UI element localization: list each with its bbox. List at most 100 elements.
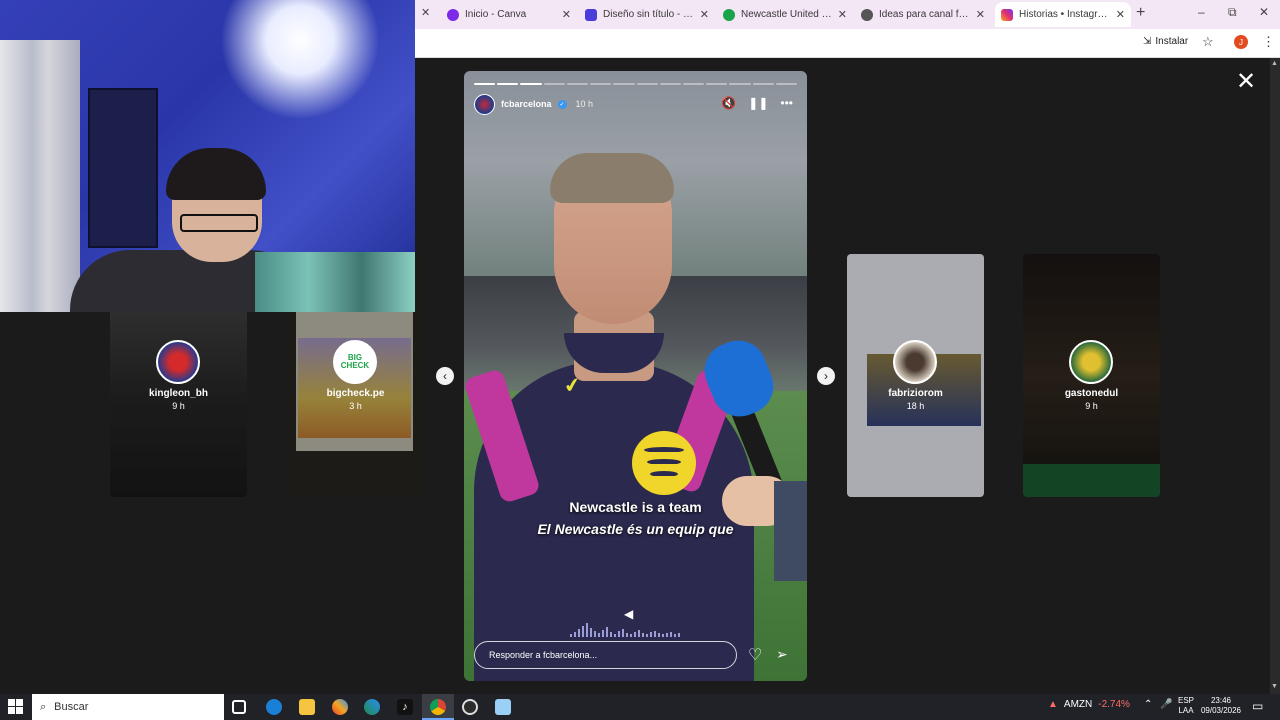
subtitle-catalan: El Newcastle és un equip que xyxy=(537,521,734,537)
waveform-bar xyxy=(606,627,608,637)
coach-hair xyxy=(550,153,674,203)
progress-segment xyxy=(566,83,589,85)
scroll-up-arrow-icon[interactable]: ▲ xyxy=(1271,60,1278,67)
tray-chevron-up-icon[interactable]: ⌃ xyxy=(1144,699,1152,710)
story-card-fabriziorom[interactable]: fabriziorom 18 h xyxy=(847,254,984,497)
task-view-icon[interactable] xyxy=(232,700,246,714)
story-header: fcbarcelona ✓ 10 h xyxy=(474,93,593,115)
avatar xyxy=(1069,340,1113,384)
audio-waveform xyxy=(570,619,700,637)
story-card-gastonedul[interactable]: gastonedul 9 h xyxy=(1023,254,1160,497)
shelf xyxy=(88,88,158,248)
waveform-bar xyxy=(586,623,588,637)
more-options-icon[interactable]: ••• xyxy=(780,96,793,110)
progress-segment xyxy=(474,83,496,85)
page-scrollbar[interactable] xyxy=(1270,58,1280,694)
scroll-down-arrow-icon[interactable]: ▼ xyxy=(1271,683,1278,690)
browser-menu-icon[interactable]: ⋮ xyxy=(1262,34,1275,50)
story-username[interactable]: fcbarcelona xyxy=(501,99,552,109)
waveform-bar xyxy=(666,633,668,637)
browser-tab-newcastle[interactable]: Newcastle United Vs FC B ✕ xyxy=(717,2,853,27)
progress-segment xyxy=(497,83,519,85)
edge-icon[interactable] xyxy=(364,699,380,715)
waveform-bar xyxy=(582,626,584,637)
copilot-icon[interactable] xyxy=(332,699,348,715)
avatar: BIG CHECK xyxy=(333,340,377,384)
language-indicator[interactable]: ESP LAA xyxy=(1178,696,1194,716)
profile-avatar[interactable]: J xyxy=(1234,35,1248,49)
progress-segment xyxy=(520,83,542,85)
file-explorer-icon[interactable] xyxy=(299,699,315,715)
story-progress-bar xyxy=(474,83,798,85)
stock-widget[interactable]: ▲ AMZN -2.74% xyxy=(1048,699,1130,710)
browser-tab-canva-design[interactable]: Diseño sin título - Video d ✕ xyxy=(579,2,715,27)
install-app-button[interactable]: ⇲ Instalar xyxy=(1143,36,1188,47)
tab-title: Historias • Instagram xyxy=(1019,9,1110,20)
send-icon[interactable]: ➢ xyxy=(776,646,788,663)
notepad-icon[interactable] xyxy=(495,699,511,715)
pause-icon[interactable]: ❚❚ xyxy=(748,96,768,110)
microphone-tray-icon[interactable]: 🎤 xyxy=(1160,699,1172,710)
screen: ▲ ▼ ✕ ✕ Inicio - Canva ✕ Diseño sin títu… xyxy=(0,0,1280,720)
canva-favicon-icon xyxy=(447,8,459,21)
like-heart-icon[interactable]: ♡ xyxy=(748,645,762,665)
tab-close-icon[interactable]: ✕ xyxy=(562,8,571,21)
obs-icon[interactable] xyxy=(462,699,478,715)
waveform-bar xyxy=(570,634,572,637)
waveform-bar xyxy=(674,634,676,637)
browser-tab-canva-home[interactable]: Inicio - Canva ✕ xyxy=(441,2,577,27)
instagram-favicon-icon xyxy=(1001,8,1013,21)
progress-segment xyxy=(775,83,798,85)
tab-close-icon[interactable]: ✕ xyxy=(976,8,985,21)
tab-close-icon[interactable]: ✕ xyxy=(838,8,847,21)
mail-app-icon[interactable] xyxy=(266,699,282,715)
next-story-button[interactable]: › xyxy=(817,367,835,385)
tab-close-icon[interactable]: ✕ xyxy=(421,6,430,19)
search-placeholder: Buscar xyxy=(54,701,89,713)
story-username: kingleon_bh xyxy=(149,388,208,399)
mute-icon[interactable]: 🔇 xyxy=(721,96,736,110)
avatar xyxy=(893,340,937,384)
tab-close-icon[interactable]: ✕ xyxy=(700,8,709,21)
minimize-icon[interactable]: – xyxy=(1198,5,1205,19)
tab-close-icon[interactable]: ✕ xyxy=(1116,8,1125,21)
taskbar-search-input[interactable]: ⌕ Buscar xyxy=(32,694,224,720)
notifications-icon[interactable]: ▭ xyxy=(1252,699,1263,713)
video-favicon-icon xyxy=(585,8,597,21)
clock[interactable]: 23:46 09/03/2026 xyxy=(1199,696,1243,716)
avatar[interactable] xyxy=(474,93,495,115)
bookmark-star-icon[interactable]: ☆ xyxy=(1202,34,1214,50)
chevron-left-icon: ‹ xyxy=(443,369,447,383)
chrome-icon[interactable] xyxy=(430,699,446,715)
waveform-bar xyxy=(646,634,648,637)
webcam-overlay xyxy=(0,0,415,312)
waveform-bar xyxy=(622,629,624,637)
windows-start-icon[interactable] xyxy=(8,699,23,714)
close-stories-icon[interactable]: ✕ xyxy=(1236,70,1256,94)
stock-trend-icon: ▲ xyxy=(1048,699,1058,710)
waveform-bar xyxy=(630,634,632,637)
tab-title: Diseño sin título - Video d xyxy=(603,9,694,20)
story-time: 3 h xyxy=(349,401,362,411)
reply-input[interactable]: Responder a fcbarcelona... xyxy=(474,641,737,669)
main-story[interactable]: ✔ fcbarcelona ✓ 10 h 🔇 ❚❚ ••• Newcastle … xyxy=(464,71,807,681)
story-username: gastonedul xyxy=(1064,388,1119,399)
search-icon: ⌕ xyxy=(40,700,47,713)
window-close-icon[interactable]: ✕ xyxy=(1259,5,1269,19)
tab-title: Ideas para canal fútbol xyxy=(879,9,970,20)
clock-time: 23:46 xyxy=(1210,696,1232,705)
browser-tab-instagram[interactable]: Historias • Instagram ✕ xyxy=(995,2,1131,27)
ceiling-light xyxy=(220,0,380,120)
progress-segment xyxy=(706,83,728,85)
new-tab-plus-icon[interactable]: + xyxy=(1136,4,1145,22)
browser-tab-ideas[interactable]: Ideas para canal fútbol ✕ xyxy=(855,2,991,27)
story-time: 9 h xyxy=(172,401,185,411)
chevron-right-icon: › xyxy=(824,369,828,383)
story-time: 10 h xyxy=(575,99,594,109)
tiktok-icon[interactable]: ♪ xyxy=(397,699,413,715)
person-hair xyxy=(166,148,266,200)
keyboard-layout: LAA xyxy=(1178,706,1194,715)
previous-story-button[interactable]: ‹ xyxy=(436,367,454,385)
restore-icon[interactable]: ⧉ xyxy=(1228,5,1237,20)
clock-date: 09/03/2026 xyxy=(1200,706,1242,715)
